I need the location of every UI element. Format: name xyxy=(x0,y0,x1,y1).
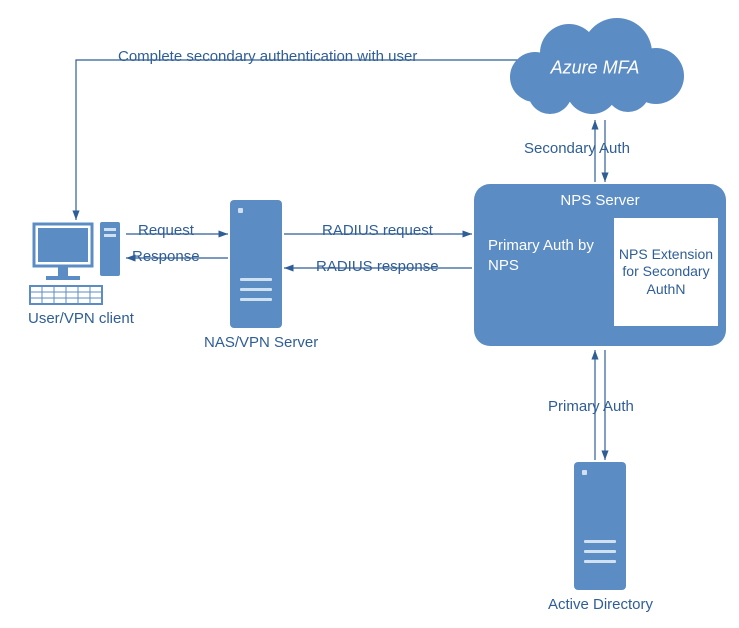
azure-mfa-cloud: Azure MFA xyxy=(510,18,680,118)
edge-label-response: Response xyxy=(132,248,200,265)
nas-label: NAS/VPN Server xyxy=(204,334,318,351)
nps-server-box: NPS Server Primary Auth by NPS NPS Exten… xyxy=(474,184,726,346)
edge-label-request: Request xyxy=(138,222,194,239)
nas-server-icon xyxy=(230,200,282,328)
edge-label-secondary-auth: Secondary Auth xyxy=(524,140,630,157)
ad-server-icon xyxy=(574,462,626,590)
nps-title: NPS Server xyxy=(474,192,726,209)
edge-label-radius-request: RADIUS request xyxy=(322,222,433,239)
edge-complete-secondary xyxy=(76,60,520,220)
azure-mfa-label: Azure MFA xyxy=(551,58,640,79)
client-computer-icon xyxy=(28,218,128,313)
nps-extension-text: NPS Extension for Secondary AuthN xyxy=(618,246,714,299)
edge-label-primary-auth: Primary Auth xyxy=(548,398,634,415)
edge-label-complete-secondary: Complete secondary authentication with u… xyxy=(118,48,417,65)
nps-primary-text: Primary Auth by NPS xyxy=(488,236,598,275)
client-label: User/VPN client xyxy=(28,310,134,327)
nps-extension-box: NPS Extension for Secondary AuthN xyxy=(614,218,718,326)
ad-label: Active Directory xyxy=(548,596,653,613)
edge-label-radius-response: RADIUS response xyxy=(316,258,439,275)
